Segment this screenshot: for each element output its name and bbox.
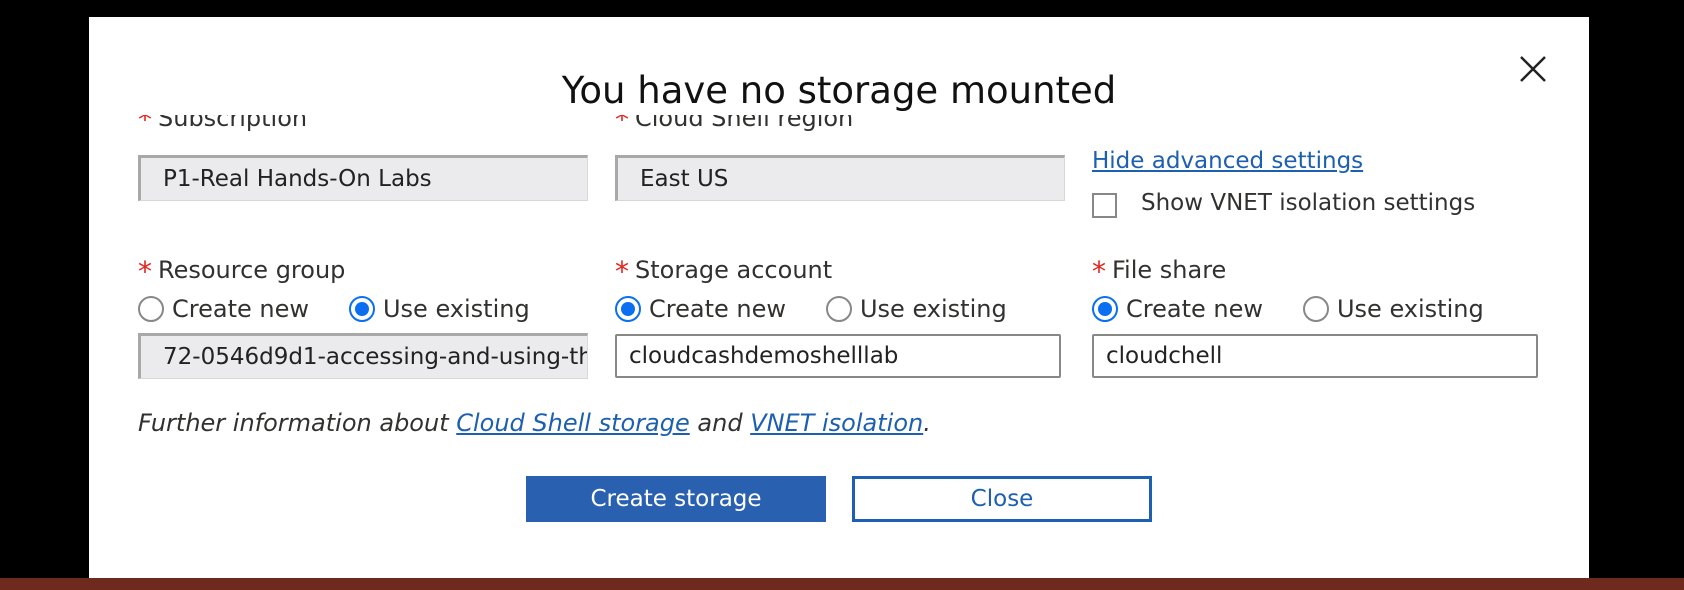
required-marker: *	[1092, 255, 1106, 288]
resource-group-label: * Resource group	[138, 255, 345, 288]
vnet-isolation-checkbox[interactable]	[1092, 193, 1117, 218]
storage-account-radio-group: Create new Use existing	[615, 295, 1047, 323]
storage-account-label-text: Storage account	[635, 256, 833, 284]
radio-icon	[1302, 296, 1329, 322]
create-storage-button[interactable]: Create storage	[526, 476, 826, 522]
taskbar-strip	[0, 578, 1684, 590]
region-field[interactable]: East US	[615, 155, 1065, 201]
resource-group-field[interactable]: 72-0546d9d1-accessing-and-using-the-azur…	[138, 333, 588, 379]
radio-icon	[825, 296, 852, 322]
info-prefix: Further information about	[138, 409, 457, 437]
subscription-field[interactable]: P1-Real Hands-On Labs	[138, 155, 588, 201]
required-marker: *	[615, 255, 629, 288]
file-share-label-text: File share	[1112, 256, 1227, 284]
radio-icon	[138, 296, 164, 322]
storage-account-create-new-radio[interactable]: Create new	[615, 295, 786, 323]
resource-group-radio-group: Create new Use existing	[138, 295, 570, 323]
dialog-title: You have no storage mounted	[561, 69, 1117, 112]
radio-label: Use existing	[859, 295, 1007, 323]
storage-account-input[interactable]	[615, 334, 1061, 378]
radio-label: Create new	[172, 295, 309, 323]
cloud-shell-storage-link[interactable]: Cloud Shell storage	[456, 409, 690, 437]
info-suffix: .	[923, 409, 931, 437]
file-share-label: * File share	[1092, 255, 1226, 288]
resource-group-use-existing-radio[interactable]: Use existing	[348, 295, 530, 323]
vnet-isolation-link[interactable]: VNET isolation	[750, 409, 923, 437]
storage-dialog: You have no storage mounted * Subscriptio…	[89, 17, 1589, 578]
storage-account-label: * Storage account	[615, 255, 832, 288]
required-marker: *	[138, 255, 152, 288]
radio-label: Use existing	[382, 295, 530, 323]
vnet-isolation-label: Show VNET isolation settings	[1141, 189, 1476, 216]
radio-checked-icon	[615, 296, 641, 322]
hide-advanced-settings-link[interactable]: Hide advanced settings	[1092, 148, 1363, 174]
file-share-radio-group: Create new Use existing	[1092, 295, 1524, 323]
radio-label: Create new	[1126, 295, 1263, 323]
resource-group-create-new-radio[interactable]: Create new	[138, 295, 309, 323]
storage-info-text: Further information about Cloud Shell st…	[138, 409, 931, 437]
vnet-isolation-row: Show VNET isolation settings	[1092, 187, 1475, 218]
file-share-use-existing-radio[interactable]: Use existing	[1302, 295, 1484, 323]
radio-checked-icon	[348, 296, 375, 322]
radio-label: Use existing	[1336, 295, 1484, 323]
radio-checked-icon	[1092, 296, 1118, 322]
resource-group-label-text: Resource group	[158, 256, 346, 284]
storage-account-use-existing-radio[interactable]: Use existing	[825, 295, 1007, 323]
file-share-input[interactable]	[1092, 334, 1538, 378]
info-middle: and	[689, 409, 751, 437]
file-share-create-new-radio[interactable]: Create new	[1092, 295, 1263, 323]
close-button[interactable]: Close	[852, 476, 1152, 522]
radio-label: Create new	[649, 295, 786, 323]
